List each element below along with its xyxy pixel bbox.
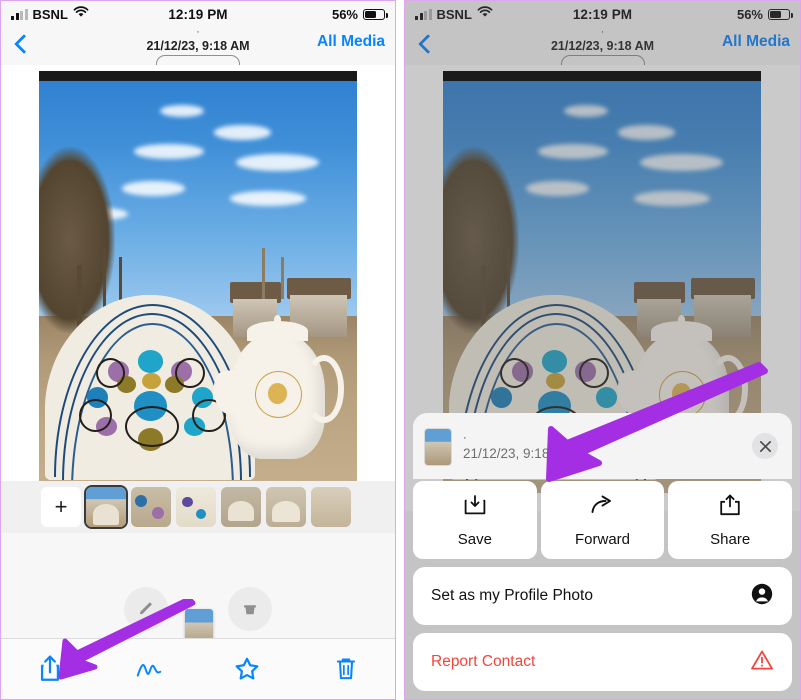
forward-arrow-icon <box>589 492 617 523</box>
right-phone-panel: BSNL 12:19 PM 56% · 21/12/23, 9:18 AM Al… <box>404 0 801 700</box>
save-download-icon <box>462 492 488 523</box>
set-profile-photo-row[interactable]: Set as my Profile Photo <box>413 567 792 625</box>
bottom-toolbar <box>1 638 395 699</box>
photo-letterbox <box>443 71 761 81</box>
thumbnail-item[interactable] <box>311 487 351 527</box>
thumbnail-item[interactable] <box>176 487 216 527</box>
nav-bar-left: · 21/12/23, 9:18 AM All Media <box>1 27 395 73</box>
save-label: Save <box>457 531 492 548</box>
photo-letterbox <box>39 71 357 81</box>
thumbnail-item[interactable] <box>86 487 126 527</box>
thumbnail-item[interactable] <box>221 487 261 527</box>
forward-label: Forward <box>575 531 631 548</box>
photo-area-left <box>1 65 395 511</box>
share-label: Share <box>710 531 751 548</box>
person-circle-icon <box>750 582 774 611</box>
set-profile-photo-label: Set as my Profile Photo <box>431 587 593 604</box>
status-bar-left: BSNL 12:19 PM 56% <box>1 1 395 27</box>
photo-teapot <box>210 314 345 460</box>
star-icon[interactable] <box>198 655 297 683</box>
main-photo[interactable] <box>39 71 357 493</box>
markup-icon[interactable] <box>100 656 199 682</box>
action-sheet-actions: Save Forward Share <box>413 481 793 559</box>
forward-button[interactable]: Forward <box>540 481 665 559</box>
action-sheet-dot: · <box>463 431 467 444</box>
share-button[interactable]: Share <box>668 481 793 559</box>
trash-icon[interactable] <box>297 655 396 683</box>
status-time: 12:19 PM <box>168 6 228 22</box>
thumbnail-item[interactable] <box>131 487 171 527</box>
report-contact-row[interactable]: Report Contact <box>413 633 792 691</box>
photo-thumbnail <box>425 429 451 465</box>
all-media-button[interactable]: All Media <box>317 33 385 51</box>
thumbnail-item[interactable] <box>266 487 306 527</box>
left-phone-panel: BSNL 12:19 PM 56% · 21/12/23, 9:18 AM Al… <box>0 0 396 700</box>
add-photo-button[interactable]: + <box>41 487 81 527</box>
report-contact-label: Report Contact <box>431 653 536 670</box>
action-sheet: · 21/12/23, 9:18 AM Save Forward Share S… <box>413 413 793 691</box>
warning-triangle-icon <box>750 648 774 677</box>
delete-icon[interactable] <box>228 587 272 631</box>
edit-pencil-icon[interactable] <box>124 587 168 631</box>
close-icon[interactable] <box>752 433 778 459</box>
save-button[interactable]: Save <box>413 481 537 559</box>
action-sheet-date: 21/12/23, 9:18 AM <box>463 445 573 461</box>
thumbnail-strip: + <box>1 481 395 533</box>
action-sheet-header: · 21/12/23, 9:18 AM <box>413 413 792 479</box>
share-icon[interactable] <box>1 654 100 684</box>
battery-icon <box>363 8 388 20</box>
screenshot-stage: BSNL 12:19 PM 56% · 21/12/23, 9:18 AM Al… <box>0 0 801 700</box>
action-sheet-meta: · 21/12/23, 9:18 AM <box>463 431 573 461</box>
share-upload-icon <box>717 492 743 523</box>
